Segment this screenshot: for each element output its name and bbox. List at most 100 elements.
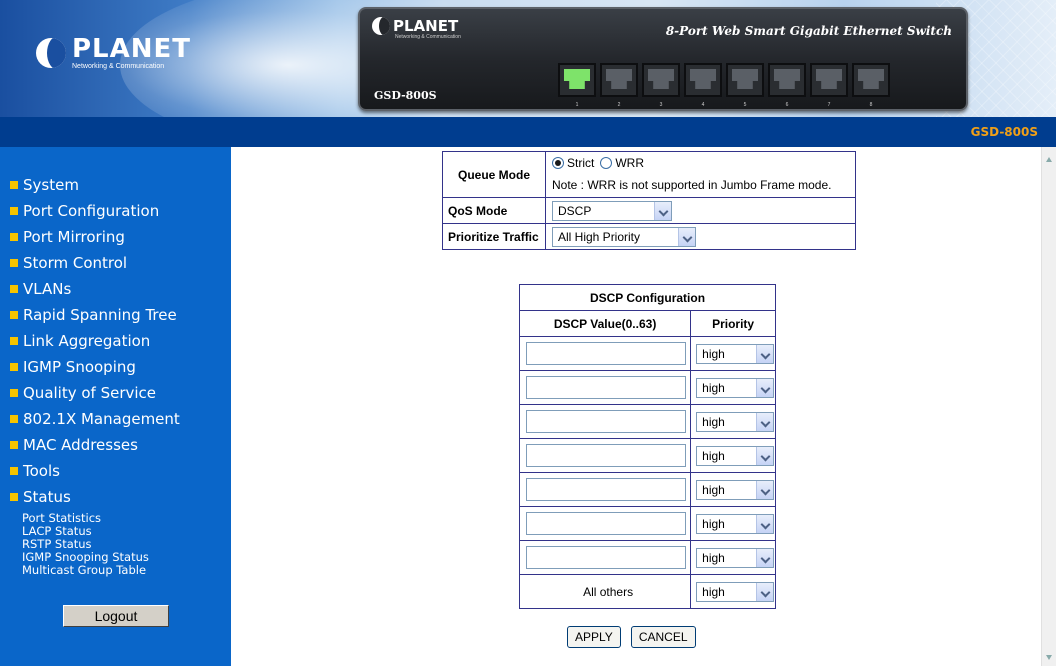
priority-value: high <box>702 346 725 361</box>
sidebar-item-system[interactable]: System <box>10 172 180 198</box>
chevron-down-icon[interactable] <box>756 582 774 601</box>
rj45-port-icon: 5 <box>726 63 764 108</box>
dscp-value-header: DSCP Value(0..63) <box>518 310 692 337</box>
chevron-down-icon[interactable] <box>756 446 774 465</box>
sidebar-item-label[interactable]: Port Configuration <box>23 202 159 220</box>
sidebar-item-label[interactable]: 802.1X Management <box>23 410 180 428</box>
main-content: Queue Mode Strict WRR Note : WRR is not … <box>231 147 1041 666</box>
wrr-radio[interactable] <box>600 157 613 169</box>
sidebar-item-quality-of-service[interactable]: Quality of Service <box>10 380 180 406</box>
priority-value: high <box>702 482 725 497</box>
sidebar-item-tools[interactable]: Tools <box>10 458 180 484</box>
action-buttons: APPLY CANCEL <box>567 626 706 648</box>
dscp-value-input[interactable] <box>526 546 686 569</box>
port-number: 2 <box>617 102 621 108</box>
sidebar-item-label[interactable]: MAC Addresses <box>23 436 138 454</box>
cancel-button[interactable]: CANCEL <box>630 626 696 648</box>
qos-mode-label: QoS Mode <box>442 197 546 224</box>
qos-mode-select[interactable]: DSCP <box>552 200 672 221</box>
chevron-down-icon[interactable] <box>678 227 695 246</box>
planet-logo-icon <box>36 38 66 68</box>
port-jack <box>816 69 842 89</box>
port-jack <box>858 69 884 89</box>
logout-button[interactable]: Logout <box>63 605 169 627</box>
priority-value: high <box>702 516 725 531</box>
strict-radio[interactable] <box>552 157 564 169</box>
prioritize-traffic-select[interactable]: All High Priority <box>552 226 696 247</box>
chevron-down-icon[interactable] <box>756 548 774 567</box>
logo-tagline: Networking & Communication <box>72 63 165 70</box>
chevron-down-icon[interactable] <box>756 514 774 533</box>
header-banner: PLANET Networking & Communication PLANET… <box>0 0 1056 117</box>
rj45-port-icon: 1 <box>558 63 596 108</box>
queue-mode-label: Queue Mode <box>442 151 546 198</box>
sidebar-item-vlans[interactable]: VLANs <box>10 276 180 302</box>
chevron-down-icon[interactable] <box>756 412 774 431</box>
status-subitem-multicast-group-table[interactable]: Multicast Group Table <box>22 564 149 577</box>
sidebar-item-label[interactable]: Storm Control <box>23 254 127 272</box>
sidebar-item-label[interactable]: Link Aggregation <box>23 332 150 350</box>
sidebar-item-status[interactable]: Status <box>10 484 180 510</box>
sidebar-item-igmp-snooping[interactable]: IGMP Snooping <box>10 354 180 380</box>
sidebar-item-label[interactable]: VLANs <box>23 280 71 298</box>
dscp-row: high <box>518 336 776 371</box>
bullet-icon <box>10 285 18 293</box>
rj45-port-icon: 2 <box>600 63 638 108</box>
priority-select[interactable]: high <box>696 377 775 398</box>
rj45-port-icon: 8 <box>852 63 890 108</box>
dscp-row: high <box>518 472 776 507</box>
sidebar-item-802-1x-management[interactable]: 802.1X Management <box>10 406 180 432</box>
bullet-icon <box>10 415 18 423</box>
rj45-port-icon: 4 <box>684 63 722 108</box>
port-number: 6 <box>785 102 789 108</box>
vertical-scrollbar[interactable] <box>1041 147 1056 666</box>
port-jack <box>606 69 632 89</box>
bullet-icon <box>10 311 18 319</box>
chevron-down-icon[interactable] <box>756 378 774 397</box>
dscp-value-input[interactable] <box>526 512 686 535</box>
priority-value: high <box>702 414 725 429</box>
sidebar-item-label[interactable]: System <box>23 176 79 194</box>
device-faceplate: PLANET Networking & Communication GSD-80… <box>358 7 968 111</box>
dscp-value-input[interactable] <box>526 410 686 433</box>
dscp-value-input[interactable] <box>526 342 686 365</box>
bullet-icon <box>10 233 18 241</box>
queue-mode-cell: Strict WRR Note : WRR is not supported i… <box>545 151 856 198</box>
dscp-table-title: DSCP Configuration <box>519 284 776 311</box>
all-others-priority-select[interactable]: high <box>696 581 775 602</box>
dscp-value-input[interactable] <box>526 478 686 501</box>
apply-button[interactable]: APPLY <box>567 626 621 648</box>
strict-radio-label[interactable]: Strict <box>567 156 594 170</box>
device-title: 8-Port Web Smart Gigabit Ethernet Switch <box>665 24 952 38</box>
title-bar: GSD-800S <box>0 117 1056 147</box>
scroll-up-icon[interactable] <box>1046 157 1052 162</box>
priority-select[interactable]: high <box>696 547 775 568</box>
sidebar-item-rapid-spanning-tree[interactable]: Rapid Spanning Tree <box>10 302 180 328</box>
sidebar-item-port-configuration[interactable]: Port Configuration <box>10 198 180 224</box>
sidebar-item-link-aggregation[interactable]: Link Aggregation <box>10 328 180 354</box>
chevron-down-icon[interactable] <box>654 201 671 220</box>
priority-select[interactable]: high <box>696 445 775 466</box>
scroll-down-icon[interactable] <box>1046 655 1052 660</box>
dscp-value-input[interactable] <box>526 444 686 467</box>
bullet-icon <box>10 207 18 215</box>
dscp-value-input[interactable] <box>526 376 686 399</box>
logo-name: PLANET <box>72 34 192 64</box>
priority-select[interactable]: high <box>696 513 775 534</box>
sidebar-item-mac-addresses[interactable]: MAC Addresses <box>10 432 180 458</box>
sidebar-item-storm-control[interactable]: Storm Control <box>10 250 180 276</box>
chevron-down-icon[interactable] <box>756 344 774 363</box>
sidebar-item-label[interactable]: Tools <box>23 462 60 480</box>
priority-select[interactable]: high <box>696 479 775 500</box>
sidebar-item-label[interactable]: Status <box>23 488 71 506</box>
sidebar-item-label[interactable]: Port Mirroring <box>23 228 125 246</box>
sidebar-item-port-mirroring[interactable]: Port Mirroring <box>10 224 180 250</box>
port-number: 1 <box>575 102 579 108</box>
chevron-down-icon[interactable] <box>756 480 774 499</box>
wrr-radio-label[interactable]: WRR <box>615 156 644 170</box>
sidebar-item-label[interactable]: IGMP Snooping <box>23 358 136 376</box>
priority-select[interactable]: high <box>696 411 775 432</box>
priority-select[interactable]: high <box>696 343 775 364</box>
sidebar-item-label[interactable]: Rapid Spanning Tree <box>23 306 177 324</box>
sidebar-item-label[interactable]: Quality of Service <box>23 384 156 402</box>
